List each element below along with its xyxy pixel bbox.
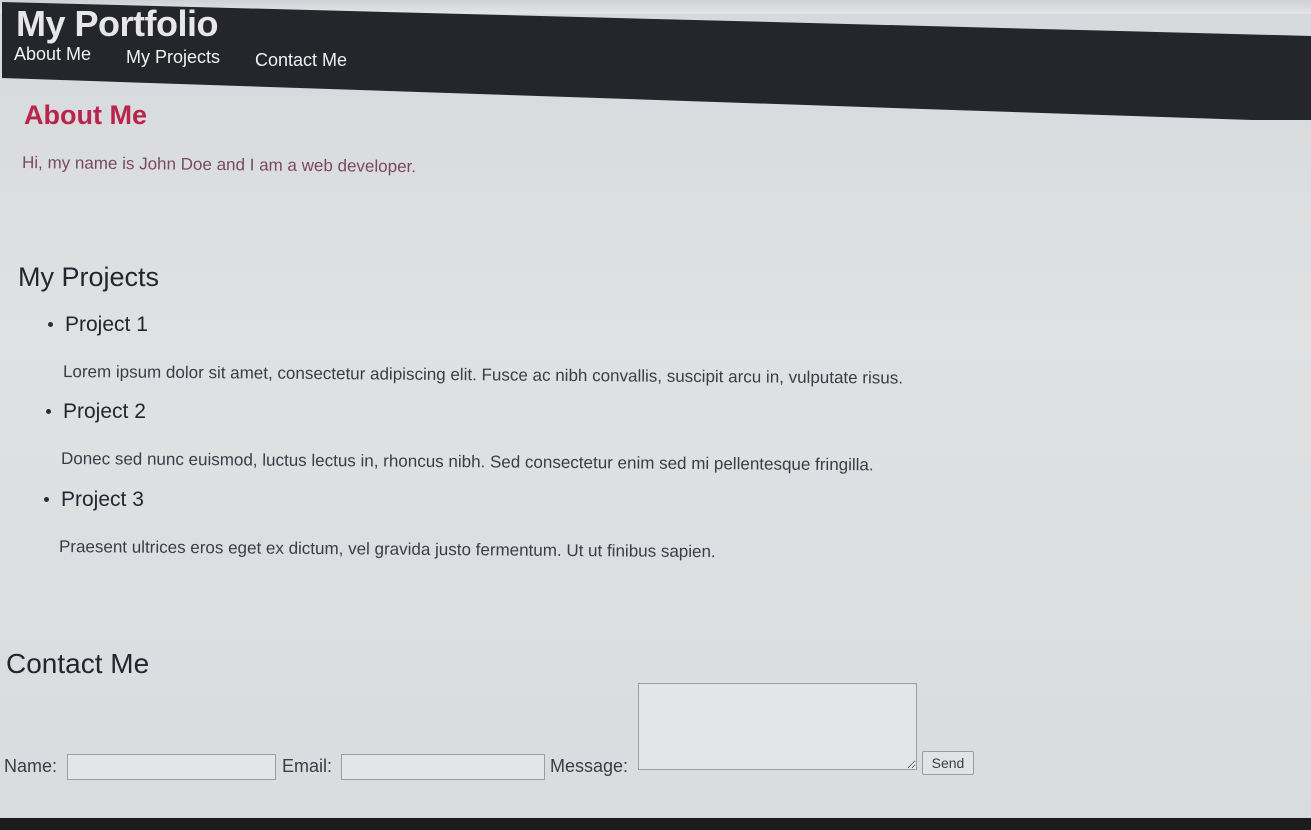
bullet-icon	[48, 322, 53, 327]
bullet-icon	[46, 409, 51, 414]
message-textarea[interactable]	[638, 683, 917, 770]
project-description: Donec sed nunc euismod, luctus lectus in…	[60, 449, 874, 475]
email-input[interactable]	[341, 754, 545, 780]
contact-heading: Contact Me	[6, 648, 150, 679]
site-title: My Portfolio	[16, 3, 218, 44]
projects-heading: My Projects	[18, 262, 160, 292]
about-heading: About Me	[24, 100, 147, 130]
email-label: Email:	[282, 756, 333, 776]
name-input[interactable]	[67, 754, 276, 780]
nav-link-contact-me[interactable]: Contact Me	[255, 50, 347, 71]
monitor-bezel	[0, 818, 1311, 830]
bullet-icon	[44, 497, 49, 502]
main-nav: About Me My Projects Contact Me	[14, 44, 414, 74]
about-text: Hi, my name is John Doe and I am a web d…	[21, 153, 417, 177]
project-title: Project 2	[63, 400, 146, 423]
send-button[interactable]: Send	[922, 751, 974, 775]
nav-link-about-me[interactable]: About Me	[14, 44, 91, 65]
project-title: Project 3	[61, 488, 144, 511]
project-description: Lorem ipsum dolor sit amet, consectetur …	[62, 362, 904, 388]
nav-link-my-projects[interactable]: My Projects	[126, 47, 220, 68]
project-description: Praesent ultrices eros eget ex dictum, v…	[58, 537, 716, 562]
project-title: Project 1	[65, 313, 148, 336]
message-label: Message:	[550, 756, 629, 776]
name-label: Name:	[4, 756, 58, 776]
